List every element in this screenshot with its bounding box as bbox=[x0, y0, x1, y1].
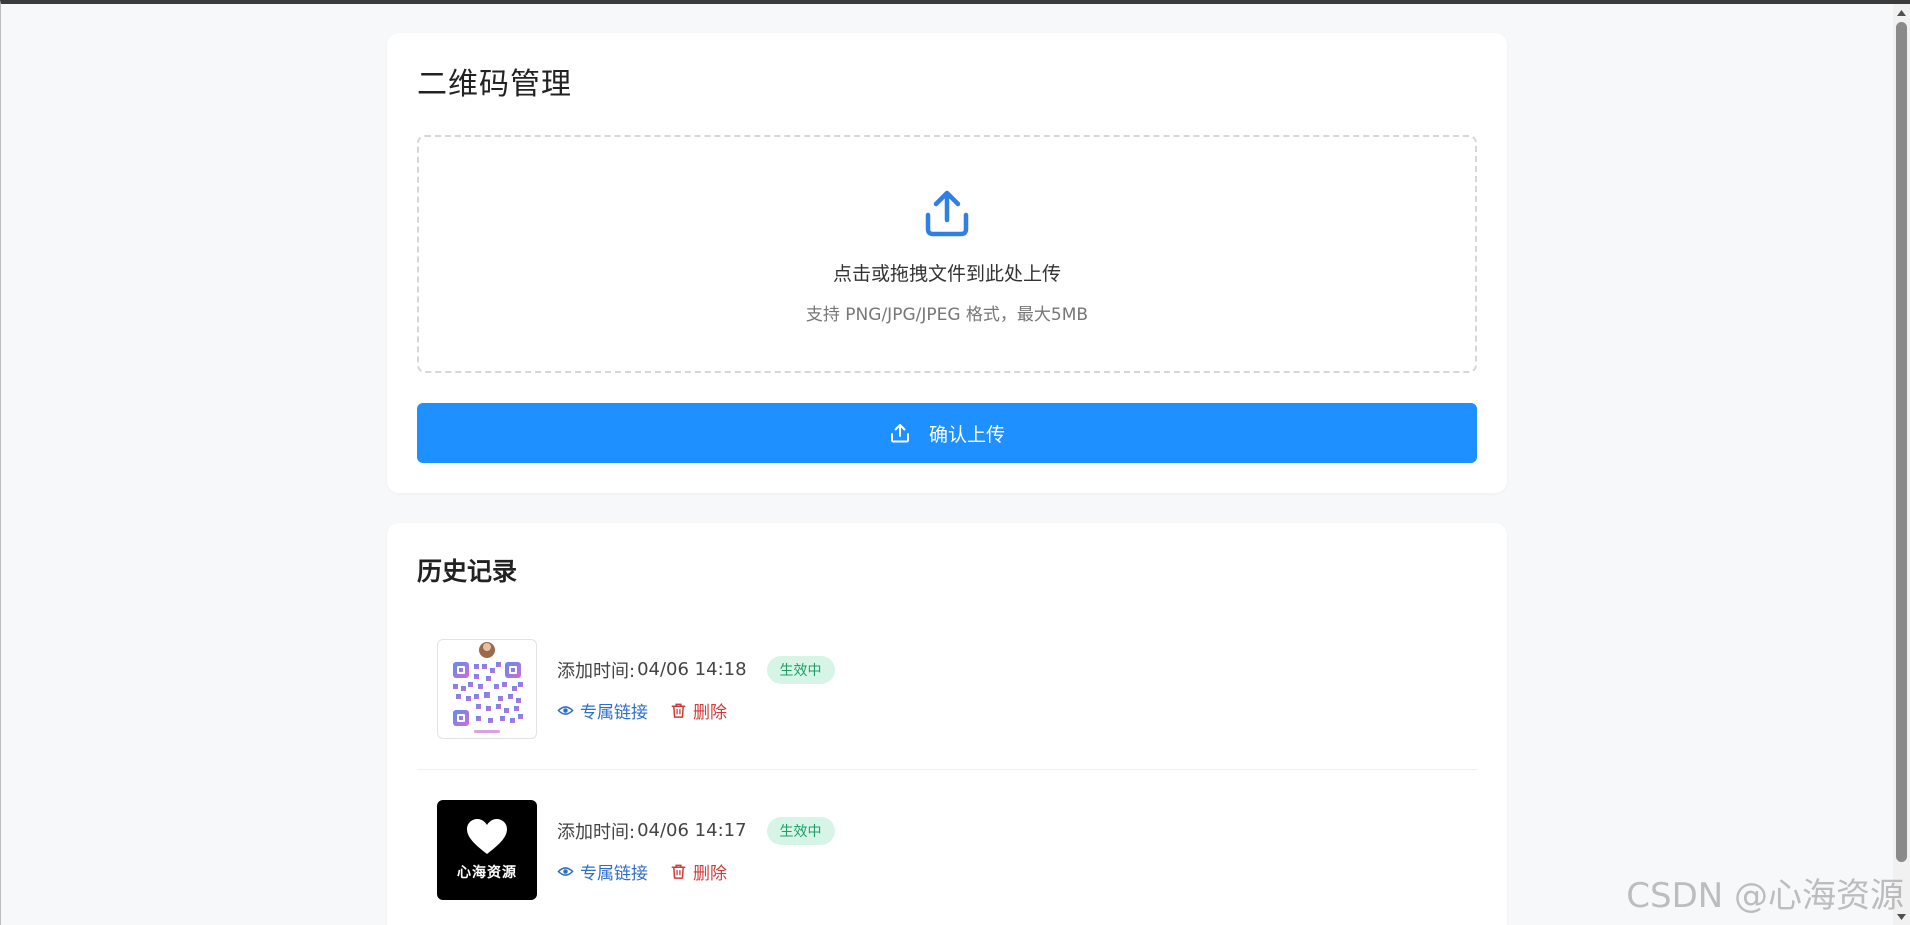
main-container: 二维码管理 点击或拖拽文件到此处上传 支持 PNG/JPG/JPEG 格式，最大… bbox=[387, 33, 1507, 925]
vertical-scrollbar[interactable] bbox=[1893, 4, 1910, 925]
trash-icon bbox=[671, 864, 686, 879]
list-item: 心海资源 添加时间: 04/06 14:17 生效中 专属链接 删除 bbox=[417, 770, 1477, 925]
qr-code-icon bbox=[453, 642, 523, 733]
delete-button[interactable]: 删除 bbox=[670, 859, 727, 884]
status-badge: 生效中 bbox=[766, 655, 835, 684]
upload-icon bbox=[925, 190, 969, 237]
eye-icon bbox=[557, 866, 574, 876]
heart-icon bbox=[467, 819, 507, 854]
status-badge: 生效中 bbox=[766, 816, 835, 845]
confirm-upload-label: 确认上传 bbox=[928, 423, 1005, 446]
confirm-upload-button[interactable]: 确认上传 bbox=[417, 403, 1477, 463]
eye-icon bbox=[557, 705, 574, 715]
history-card: 历史记录 添加时间: 04/06 14:18 生效中 专属链接 删除 心海资源 … bbox=[387, 523, 1507, 925]
dropzone-format-hint: 支持 PNG/JPG/JPEG 格式，最大5MB bbox=[805, 305, 1089, 325]
upload-icon bbox=[890, 424, 909, 443]
history-list: 添加时间: 04/06 14:18 生效中 专属链接 删除 心海资源 添加时间:… bbox=[417, 609, 1477, 925]
time-value: 04/06 14:18 bbox=[637, 659, 747, 680]
watermark: CSDN @心海资源 bbox=[1626, 876, 1904, 916]
delete-label: 删除 bbox=[693, 863, 727, 884]
item-info: 添加时间: 04/06 14:18 生效中 专属链接 删除 bbox=[557, 655, 835, 723]
time-value: 04/06 14:17 bbox=[637, 820, 747, 841]
dropzone-hint: 点击或拖拽文件到此处上传 bbox=[832, 263, 1061, 285]
time-label: 添加时间: bbox=[557, 821, 636, 843]
qr-thumbnail[interactable]: 心海资源 bbox=[437, 800, 537, 900]
page-title: 二维码管理 bbox=[417, 67, 572, 102]
item-info: 添加时间: 04/06 14:17 生效中 专属链接 删除 bbox=[557, 816, 835, 884]
history-title: 历史记录 bbox=[417, 557, 518, 586]
delete-label: 删除 bbox=[693, 702, 727, 723]
scroll-up-arrow-icon[interactable] bbox=[1893, 4, 1910, 21]
qr-thumbnail[interactable] bbox=[437, 639, 537, 739]
list-item: 添加时间: 04/06 14:18 生效中 专属链接 删除 bbox=[417, 609, 1477, 770]
exclusive-link-label: 专属链接 bbox=[580, 702, 648, 723]
time-label: 添加时间: bbox=[557, 660, 636, 682]
exclusive-link-button[interactable]: 专属链接 bbox=[557, 698, 648, 723]
trash-icon bbox=[671, 703, 686, 718]
scrollbar-thumb[interactable] bbox=[1896, 22, 1907, 862]
exclusive-link-label: 专属链接 bbox=[580, 863, 648, 884]
upload-card: 二维码管理 点击或拖拽文件到此处上传 支持 PNG/JPG/JPEG 格式，最大… bbox=[387, 33, 1507, 493]
exclusive-link-button[interactable]: 专属链接 bbox=[557, 859, 648, 884]
delete-button[interactable]: 删除 bbox=[670, 698, 727, 723]
upload-dropzone[interactable]: 点击或拖拽文件到此处上传 支持 PNG/JPG/JPEG 格式，最大5MB bbox=[417, 135, 1477, 373]
thumbnail-text: 心海资源 bbox=[457, 865, 517, 881]
